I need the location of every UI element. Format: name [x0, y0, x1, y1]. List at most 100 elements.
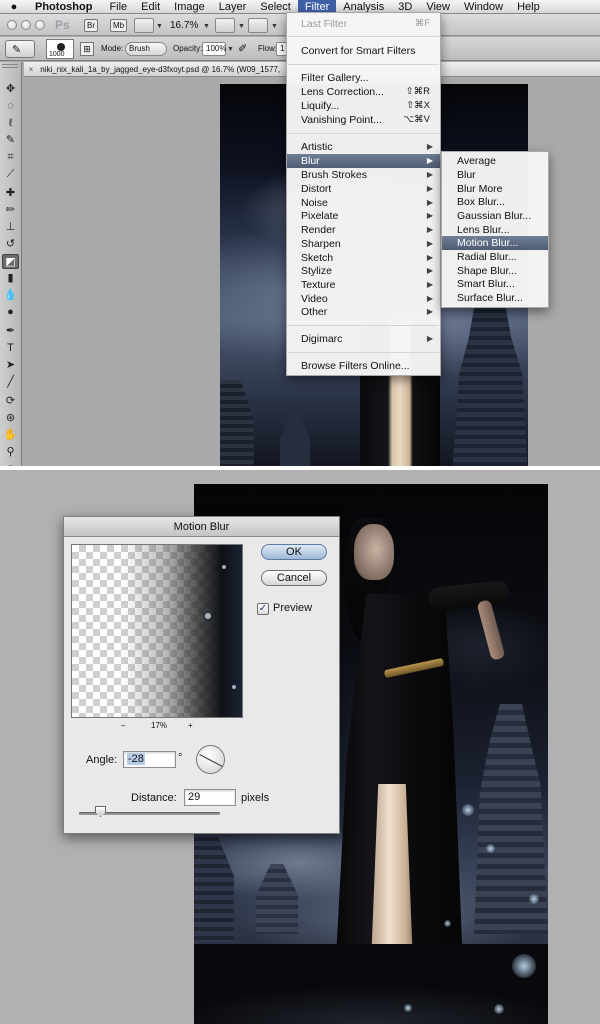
eyedropper-tool-icon[interactable]: ⟋: [2, 167, 19, 182]
airbrush-icon[interactable]: ✐: [238, 42, 247, 55]
brush-panel-icon[interactable]: ⊞: [80, 42, 94, 56]
move-tool-icon[interactable]: ✥: [2, 82, 19, 97]
menu-item-artistic[interactable]: Artistic ▶: [287, 140, 440, 154]
screen-mode-icon[interactable]: [248, 18, 268, 33]
brush-tool-icon[interactable]: ✏: [2, 203, 19, 218]
blur-submenu: Average Blur Blur More Box Blur... Gauss…: [441, 151, 549, 308]
menu-window[interactable]: Window: [457, 0, 510, 14]
menu-item-convert-smart-filters[interactable]: Convert for Smart Filters: [287, 44, 440, 58]
menu-item-pixelate[interactable]: Pixelate ▶: [287, 209, 440, 223]
submenu-item-smart-blur[interactable]: Smart Blur...: [442, 277, 548, 291]
menu-item-filter-gallery[interactable]: Filter Gallery...: [287, 71, 440, 85]
chevron-down-icon[interactable]: ▼: [203, 23, 210, 30]
menu-item-render[interactable]: Render ▶: [287, 223, 440, 237]
menu-layer[interactable]: Layer: [212, 0, 254, 14]
quick-select-tool-icon[interactable]: ✎: [2, 133, 19, 148]
menu-item-sketch[interactable]: Sketch ▶: [287, 251, 440, 265]
menu-item-noise[interactable]: Noise ▶: [287, 196, 440, 210]
preview-checkbox[interactable]: ✓: [257, 603, 269, 615]
launch-mini-bridge-button[interactable]: Mb: [110, 19, 128, 32]
menu-item-browse-filters-online[interactable]: Browse Filters Online...: [287, 359, 440, 373]
submenu-item-motion-blur[interactable]: Motion Blur...: [442, 236, 548, 250]
submenu-item-lens-blur[interactable]: Lens Blur...: [442, 223, 548, 237]
submenu-item-surface-blur[interactable]: Surface Blur...: [442, 291, 548, 305]
chevron-down-icon[interactable]: ▼: [156, 23, 163, 30]
3d-orbit-tool-icon[interactable]: ⊛: [2, 411, 19, 426]
menu-image[interactable]: Image: [167, 0, 212, 14]
crop-tool-icon[interactable]: ⌗: [2, 150, 19, 165]
menu-item-sharpen[interactable]: Sharpen ▶: [287, 237, 440, 251]
submenu-item-blur[interactable]: Blur: [442, 168, 548, 182]
close-icon[interactable]: ×: [24, 62, 38, 76]
menu-item-brush-strokes[interactable]: Brush Strokes ▶: [287, 168, 440, 182]
menu-edit[interactable]: Edit: [134, 0, 167, 14]
pen-tool-icon[interactable]: ✒: [2, 324, 19, 339]
marquee-tool-icon[interactable]: ◌: [2, 99, 19, 114]
clone-stamp-tool-icon[interactable]: ⊥: [2, 220, 19, 235]
menu-file[interactable]: File: [102, 0, 134, 14]
angle-input[interactable]: -28: [123, 751, 176, 768]
apple-icon[interactable]: ●: [0, 1, 28, 13]
submenu-item-gaussian-blur[interactable]: Gaussian Blur...: [442, 209, 548, 223]
submenu-arrow-icon: ▶: [426, 225, 433, 234]
submenu-item-radial-blur[interactable]: Radial Blur...: [442, 250, 548, 264]
zoom-level[interactable]: 16.7%: [170, 20, 198, 31]
angle-dial[interactable]: [196, 745, 225, 774]
shape-tool-icon[interactable]: ╱: [2, 375, 19, 390]
submenu-item-box-blur[interactable]: Box Blur...: [442, 195, 548, 209]
submenu-item-shape-blur[interactable]: Shape Blur...: [442, 264, 548, 278]
type-tool-icon[interactable]: T: [2, 341, 19, 356]
panel-grip[interactable]: [2, 64, 18, 68]
zoom-window-icon[interactable]: [35, 20, 45, 30]
opacity-field[interactable]: 100%: [202, 42, 226, 56]
cancel-button[interactable]: Cancel: [261, 570, 327, 586]
figure-hand: [476, 599, 506, 661]
hand-tool-icon[interactable]: ✋: [2, 428, 19, 443]
menu-item-label: Distort: [301, 183, 332, 195]
minimize-window-icon[interactable]: [21, 20, 31, 30]
3d-rotate-tool-icon[interactable]: ⟳: [2, 394, 19, 409]
eraser-tool-icon[interactable]: ◩: [2, 254, 19, 269]
temple-left: [194, 832, 234, 942]
tool-preset-picker[interactable]: ✎: [5, 40, 35, 58]
healing-brush-tool-icon[interactable]: ✚: [2, 186, 19, 201]
arrange-documents-icon[interactable]: [215, 18, 235, 33]
menu-help[interactable]: Help: [510, 0, 547, 14]
menu-item-texture[interactable]: Texture ▶: [287, 278, 440, 292]
angle-value: -28: [127, 753, 145, 765]
menu-item-liquify[interactable]: Liquify... ⇧⌘X: [287, 99, 440, 113]
brush-preset-picker[interactable]: 1000: [46, 39, 74, 59]
menu-item-other[interactable]: Other ▶: [287, 305, 440, 319]
gradient-tool-icon[interactable]: ▮: [2, 271, 19, 286]
view-extras-icon[interactable]: [134, 18, 154, 33]
chevron-down-icon[interactable]: ▼: [238, 23, 245, 30]
chevron-down-icon[interactable]: ▼: [227, 46, 234, 53]
history-brush-tool-icon[interactable]: ↺: [2, 237, 19, 252]
blur-tool-icon[interactable]: 💧: [2, 288, 19, 303]
dialog-title[interactable]: Motion Blur: [64, 517, 339, 537]
zoom-out-button[interactable]: –: [121, 721, 125, 730]
filter-preview[interactable]: [71, 544, 243, 718]
menu-item-lens-correction[interactable]: Lens Correction... ⇧⌘R: [287, 85, 440, 99]
dodge-tool-icon[interactable]: ●: [2, 305, 19, 320]
zoom-in-button[interactable]: +: [188, 721, 193, 730]
menu-item-digimarc[interactable]: Digimarc ▶: [287, 332, 440, 346]
menu-photoshop[interactable]: Photoshop: [28, 0, 102, 14]
menu-item-distort[interactable]: Distort ▶: [287, 182, 440, 196]
close-window-icon[interactable]: [7, 20, 17, 30]
menu-item-vanishing-point[interactable]: Vanishing Point... ⌥⌘V: [287, 113, 440, 127]
lasso-tool-icon[interactable]: ℓ: [2, 116, 19, 131]
submenu-item-blur-more[interactable]: Blur More: [442, 182, 548, 196]
launch-bridge-button[interactable]: Br: [84, 19, 98, 32]
menu-item-video[interactable]: Video ▶: [287, 292, 440, 306]
submenu-item-average[interactable]: Average: [442, 154, 548, 168]
ok-button[interactable]: OK: [261, 544, 327, 560]
menu-item-stylize[interactable]: Stylize ▶: [287, 264, 440, 278]
distance-input[interactable]: 29: [184, 789, 236, 806]
chevron-down-icon[interactable]: ▼: [271, 23, 278, 30]
menu-item-blur[interactable]: Blur ▶: [287, 154, 440, 168]
zoom-tool-icon[interactable]: ⚲: [2, 445, 19, 460]
mode-select[interactable]: Brush: [125, 42, 167, 56]
distance-slider-thumb[interactable]: [95, 806, 106, 817]
path-selection-tool-icon[interactable]: ➤: [2, 358, 19, 373]
